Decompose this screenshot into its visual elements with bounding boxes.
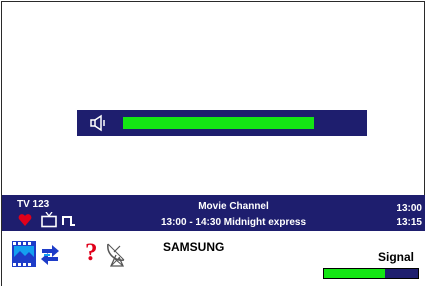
satellite-dish-icon bbox=[107, 243, 125, 267]
speaker-icon bbox=[90, 114, 105, 132]
volume-osd bbox=[77, 110, 367, 136]
signal-strength-bar bbox=[323, 268, 419, 279]
status-area: ? SAMSUNG Signal bbox=[2, 231, 425, 286]
pulse-icon bbox=[62, 216, 75, 226]
heart-icon bbox=[18, 214, 32, 226]
next-time: 13:15 bbox=[396, 217, 422, 228]
channel-info-bar: TV 123 Movie Channel 13:00 - 14:30 Midni… bbox=[2, 195, 425, 231]
tv-icon bbox=[41, 212, 57, 228]
brand-label: SAMSUNG bbox=[163, 240, 225, 254]
film-icon bbox=[12, 241, 36, 267]
help-icon: ? bbox=[85, 239, 98, 266]
current-time: 13:00 bbox=[396, 203, 422, 214]
arrows-icon bbox=[41, 245, 59, 265]
tv-screen: TV 123 Movie Channel 13:00 - 14:30 Midni… bbox=[0, 0, 428, 289]
signal-label: Signal bbox=[377, 250, 414, 264]
channel-name: Movie Channel bbox=[198, 201, 269, 212]
volume-level-fill bbox=[123, 117, 315, 129]
signal-strength-fill bbox=[324, 269, 386, 278]
volume-track bbox=[123, 117, 320, 129]
